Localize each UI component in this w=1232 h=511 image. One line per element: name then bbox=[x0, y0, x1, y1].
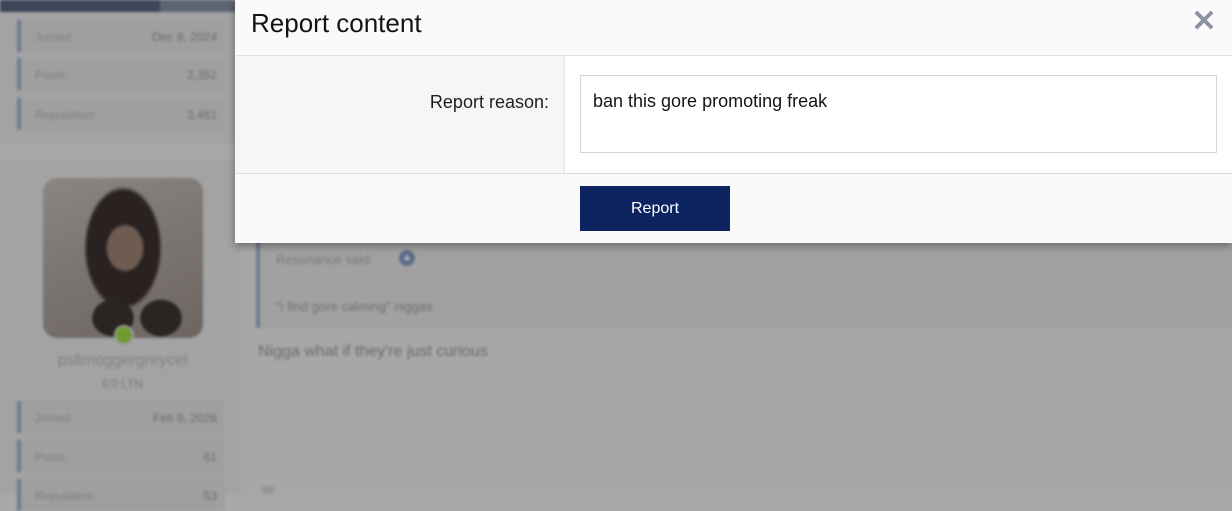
report-reason-label: Report reason: bbox=[429, 92, 549, 112]
username[interactable]: psllmoggergreycel bbox=[0, 352, 245, 370]
post-footer-stub bbox=[262, 486, 274, 494]
nav-tab bbox=[0, 0, 160, 12]
stat-label: Joined: bbox=[35, 30, 74, 44]
online-status-icon bbox=[114, 325, 134, 345]
post-body: Nigga what if they're just curious bbox=[258, 343, 488, 360]
label-column: Report reason: bbox=[235, 56, 565, 173]
stat-value: 61 bbox=[203, 450, 217, 464]
user1-reputation-stat: Reputation: 3,461 bbox=[17, 98, 225, 130]
report-reason-input[interactable]: ban this gore promoting freak bbox=[580, 75, 1217, 153]
stat-label: Posts: bbox=[35, 68, 69, 82]
user-panel-1: Joined: Dec 8, 2024 Posts: 2,352 Reputat… bbox=[0, 12, 240, 144]
stat-value: 2,352 bbox=[186, 68, 217, 82]
stat-label: Reputation: bbox=[35, 489, 97, 503]
avatar[interactable] bbox=[43, 178, 203, 338]
user1-joined-stat: Joined: Dec 8, 2024 bbox=[17, 20, 225, 52]
modal-header: Report content ✕ bbox=[235, 0, 1232, 56]
quote-text: "i find gore calming" niggas bbox=[276, 299, 433, 314]
user1-posts-stat: Posts: 2,352 bbox=[17, 58, 225, 90]
close-icon[interactable]: ✕ bbox=[1190, 7, 1218, 37]
quote-author[interactable]: Resonance said: bbox=[276, 252, 373, 267]
up-arrow-icon[interactable]: ▲ bbox=[399, 250, 415, 266]
stat-value: 53 bbox=[203, 489, 217, 503]
stat-label: Reputation: bbox=[35, 108, 97, 122]
user2-joined-stat: Joined: Feb 6, 2026 bbox=[17, 401, 225, 433]
user2-reputation-stat: Reputation: 53 bbox=[17, 479, 225, 511]
modal-title: Report content bbox=[251, 8, 422, 38]
user-title: 6'0 LTN bbox=[102, 377, 143, 391]
stat-value: 3,461 bbox=[186, 108, 217, 122]
report-button[interactable]: Report bbox=[580, 186, 730, 231]
stat-value: Dec 8, 2024 bbox=[152, 30, 217, 44]
quote-block: Resonance said: ▲ "i find gore calming" … bbox=[256, 240, 1232, 328]
report-reason-row: Report reason: ban this gore promoting f… bbox=[235, 56, 1232, 174]
stat-value: Feb 6, 2026 bbox=[152, 411, 217, 425]
stat-label: Posts: bbox=[35, 450, 69, 464]
report-modal: Report content ✕ Report reason: ban this… bbox=[235, 0, 1232, 243]
stat-label: Joined: bbox=[35, 411, 74, 425]
modal-footer: Report bbox=[235, 174, 1232, 243]
user2-posts-stat: Posts: 61 bbox=[17, 440, 225, 472]
